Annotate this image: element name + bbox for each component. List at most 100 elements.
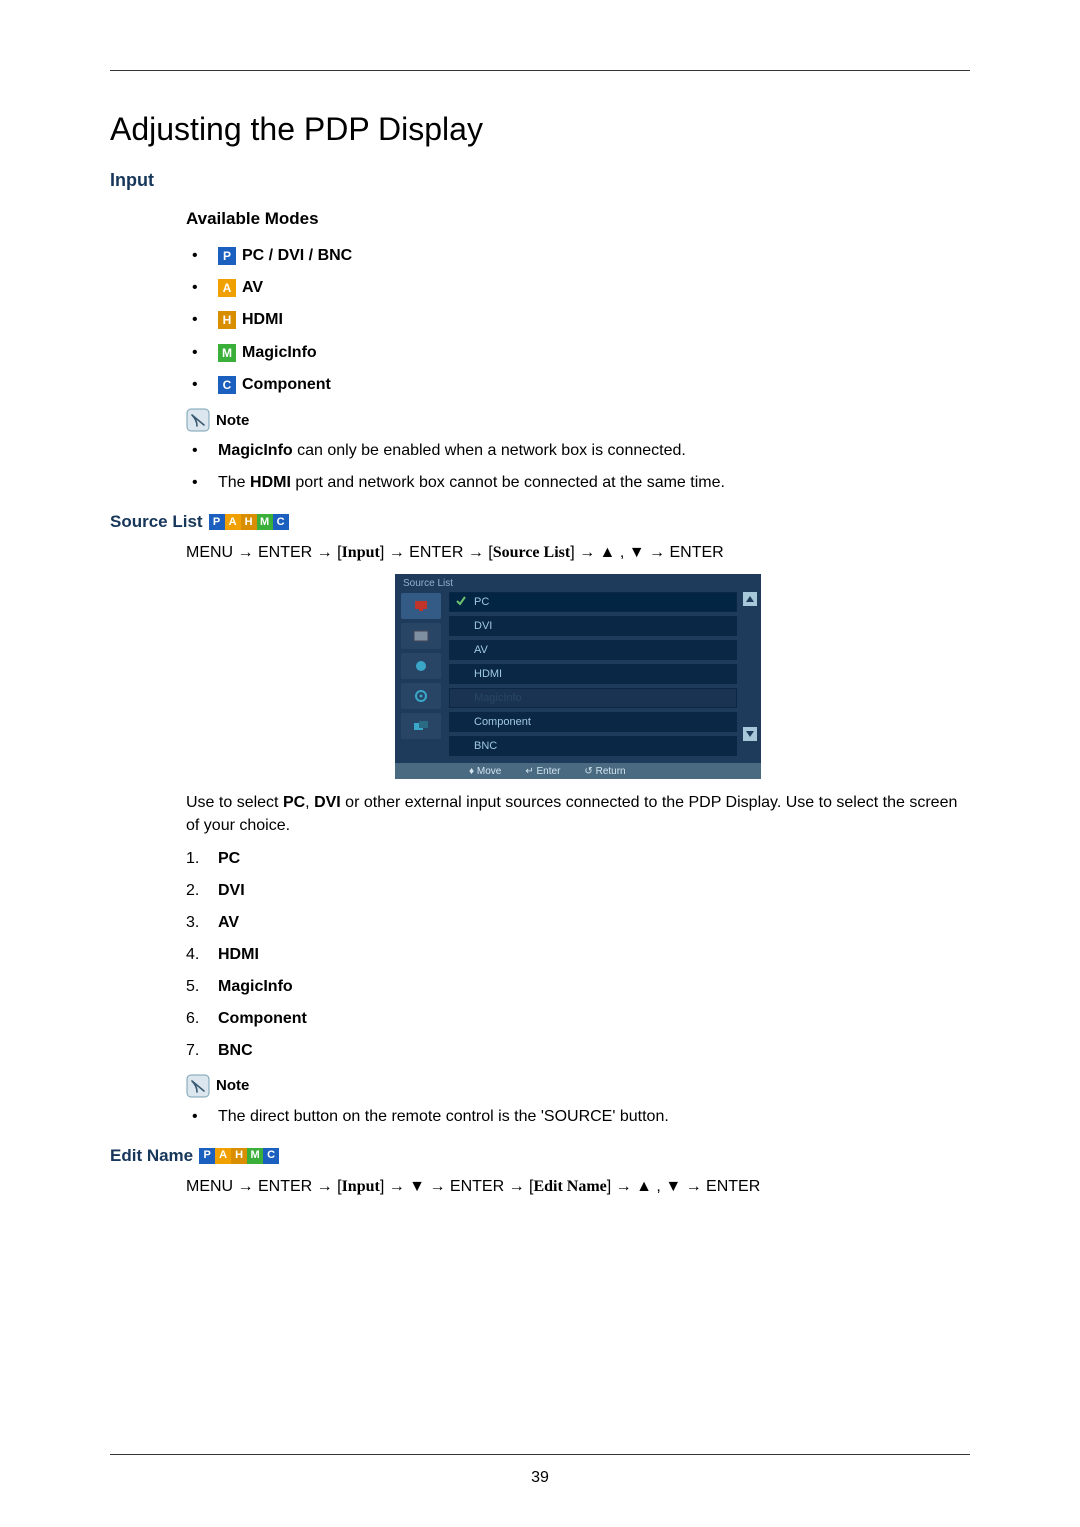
- note-text: The direct button on the remote control …: [218, 1108, 669, 1125]
- h-icon: H: [231, 1148, 247, 1164]
- osd-item-component: Component: [449, 712, 737, 732]
- osd-tab-picture: [401, 623, 441, 649]
- osd-screenshot: Source List: [186, 574, 970, 779]
- list-label: DVI: [218, 882, 245, 899]
- list-item: PC: [186, 850, 970, 868]
- scroll-up-icon: [743, 592, 757, 606]
- note-item: The direct button on the remote control …: [186, 1108, 970, 1126]
- osd-scrollbar: [743, 589, 761, 763]
- list-label: PC: [218, 850, 240, 867]
- mode-label: AV: [242, 279, 263, 297]
- m-icon: M: [257, 514, 273, 530]
- up-arrow: ▲: [600, 544, 616, 561]
- nav-text: ] →: [380, 1178, 409, 1195]
- note-text: can only be enabled when a network box i…: [293, 442, 686, 459]
- source-list-section: MENU → ENTER → [Input] → ENTER → [Source…: [186, 544, 970, 1125]
- bottom-rule: [110, 1454, 970, 1455]
- m-icon: M: [218, 344, 236, 362]
- note-text: The: [218, 474, 250, 491]
- osd-footer: ♦ Move ↵ Enter ↺ Return: [395, 763, 761, 779]
- badge-strip: P A H M C: [199, 1148, 279, 1164]
- note-list-2: The direct button on the remote control …: [186, 1108, 970, 1126]
- c-icon: C: [263, 1148, 279, 1164]
- osd-item-magicinfo: MagicInfo: [449, 688, 737, 708]
- c-icon: C: [218, 376, 236, 394]
- h-icon: H: [241, 514, 257, 530]
- mode-item-pc: P PC / DVI / BNC: [186, 247, 970, 265]
- nav-text: MENU → ENTER → [: [186, 544, 342, 561]
- up-arrow: ▲: [636, 1178, 652, 1195]
- list-label: Component: [218, 1010, 307, 1027]
- source-list-heading: Source List: [110, 512, 203, 532]
- list-item: DVI: [186, 882, 970, 900]
- nav-path-source-list: MENU → ENTER → [Input] → ENTER → [Source…: [186, 544, 970, 562]
- nav-text: ] →: [607, 1178, 636, 1195]
- osd-tabs: [395, 589, 447, 763]
- body-text: Use to select: [186, 794, 283, 811]
- list-item: HDMI: [186, 946, 970, 964]
- note-icon: [186, 1074, 210, 1098]
- top-rule: [110, 70, 970, 71]
- p-icon: P: [209, 514, 225, 530]
- nav-text: MENU → ENTER → [: [186, 1178, 342, 1195]
- osd-item-av: AV: [449, 640, 737, 660]
- source-list-heading-row: Source List P A H M C: [110, 512, 970, 532]
- input-heading: Input: [110, 170, 970, 191]
- body-bold: PC: [283, 794, 305, 811]
- mode-item-component: C Component: [186, 376, 970, 394]
- a-icon: A: [225, 514, 241, 530]
- osd-item-pc: PC: [449, 592, 737, 612]
- osd-item-label: Component: [474, 716, 531, 728]
- down-arrow: ▼: [629, 544, 645, 561]
- nav-text: → ENTER → [: [425, 1178, 533, 1195]
- note-item: MagicInfo can only be enabled when a net…: [186, 442, 970, 460]
- osd-footer-return: ↺ Return: [584, 766, 625, 777]
- nav-text: ] →: [570, 544, 599, 561]
- nav-key: Input: [342, 1178, 380, 1195]
- page: Adjusting the PDP Display Input Availabl…: [0, 0, 1080, 1527]
- osd-title: Source List: [395, 574, 761, 589]
- osd-body: PC DVI AV HDMI MagicInfo Component BNC: [395, 589, 761, 763]
- osd-footer-move: ♦ Move: [469, 766, 501, 777]
- osd-item-label: PC: [474, 596, 489, 608]
- nav-path-edit-name: MENU → ENTER → [Input] → ▼ → ENTER → [Ed…: [186, 1178, 970, 1196]
- note-row: Note: [186, 408, 970, 432]
- list-item: AV: [186, 914, 970, 932]
- source-enum-list: PC DVI AV HDMI MagicInfo Component BNC: [186, 850, 970, 1060]
- h-icon: H: [218, 311, 236, 329]
- nav-text: → ENTER: [681, 1178, 760, 1195]
- note-list-1: MagicInfo can only be enabled when a net…: [186, 442, 970, 492]
- mode-label: MagicInfo: [242, 344, 317, 362]
- note-label: Note: [216, 1077, 249, 1094]
- a-icon: A: [215, 1148, 231, 1164]
- a-icon: A: [218, 279, 236, 297]
- mode-label: Component: [242, 376, 331, 394]
- osd-tab-input: [401, 593, 441, 619]
- down-arrow: ▼: [409, 1178, 425, 1195]
- nav-text: ] → ENTER → [: [380, 544, 493, 561]
- note-item: The HDMI port and network box cannot be …: [186, 474, 970, 492]
- osd-item-label: AV: [474, 644, 488, 656]
- input-section: Available Modes P PC / DVI / BNC A AV H …: [186, 209, 970, 492]
- mode-item-av: A AV: [186, 279, 970, 297]
- list-item: Component: [186, 1010, 970, 1028]
- osd-source-list: PC DVI AV HDMI MagicInfo Component BNC: [447, 589, 743, 763]
- nav-key: Edit Name: [533, 1178, 606, 1195]
- p-icon: P: [199, 1148, 215, 1164]
- osd-panel: Source List: [395, 574, 761, 779]
- mode-label: PC / DVI / BNC: [242, 247, 352, 265]
- edit-name-heading: Edit Name: [110, 1146, 193, 1166]
- badge-strip: P A H M C: [209, 514, 289, 530]
- edit-name-section: MENU → ENTER → [Input] → ▼ → ENTER → [Ed…: [186, 1178, 970, 1196]
- page-number: 39: [0, 1469, 1080, 1487]
- note-icon: [186, 408, 210, 432]
- mode-item-hdmi: H HDMI: [186, 311, 970, 329]
- note-bold: HDMI: [250, 474, 291, 491]
- nav-text: ,: [652, 1178, 665, 1195]
- body-bold: DVI: [314, 794, 341, 811]
- osd-tab-setup: [401, 683, 441, 709]
- note-text: port and network box cannot be connected…: [291, 474, 725, 491]
- nav-key: Source List: [493, 544, 570, 561]
- osd-item-label: BNC: [474, 740, 497, 752]
- osd-footer-enter: ↵ Enter: [525, 766, 560, 777]
